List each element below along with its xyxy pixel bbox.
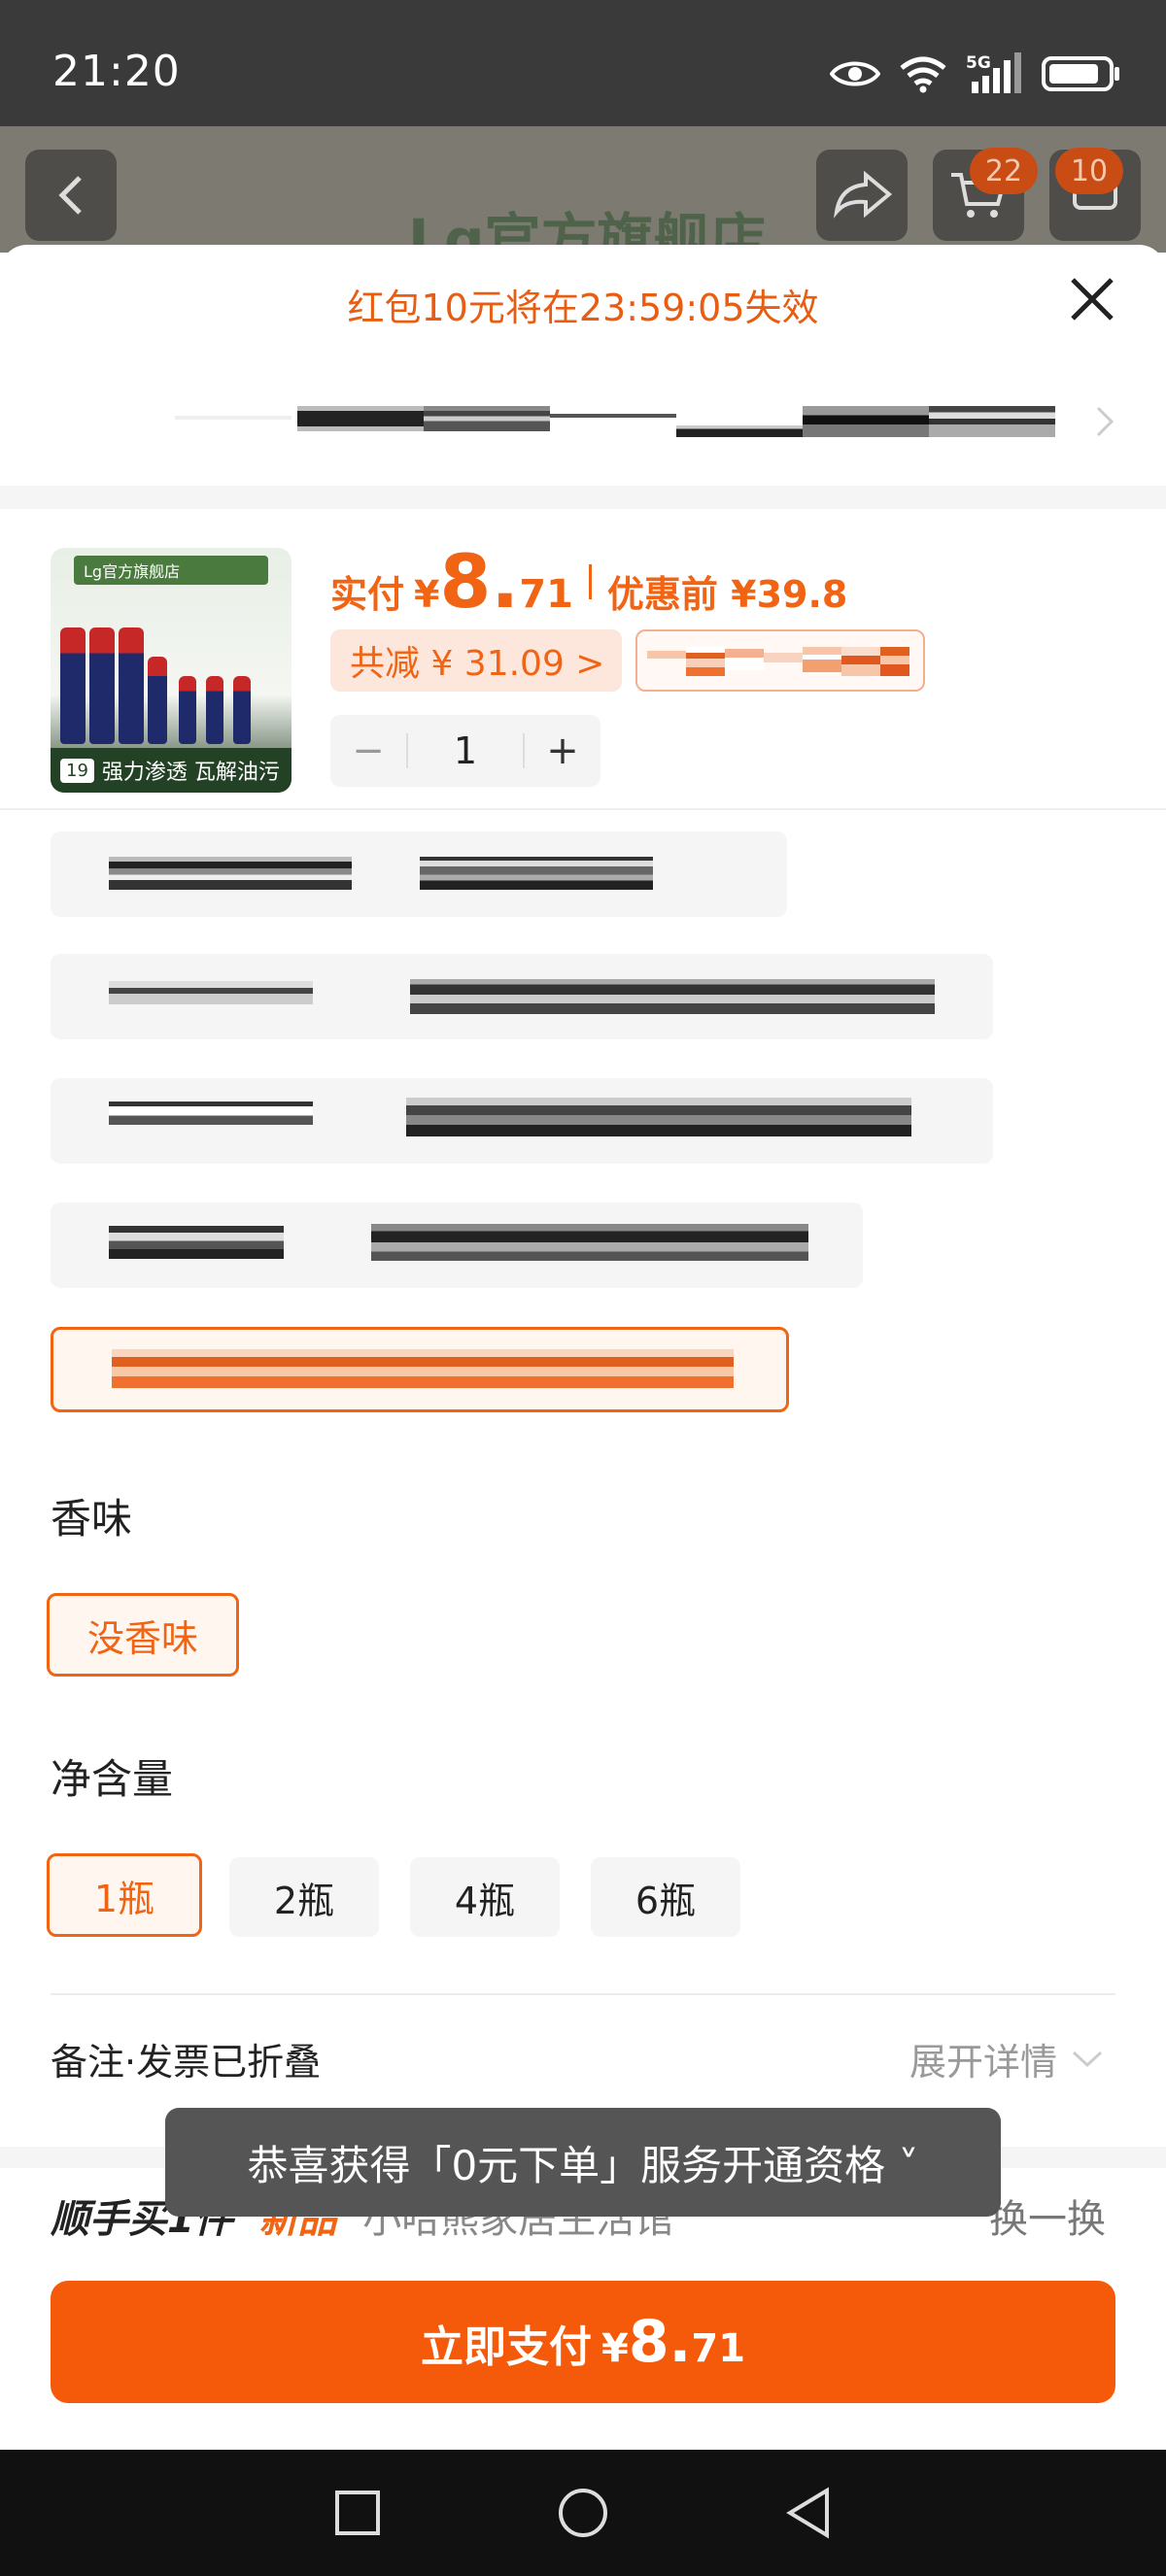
quantity-plus-button[interactable]: + — [525, 729, 600, 773]
pay-currency: ¥ — [600, 2326, 629, 2371]
product-tagline-strip: 19 强力渗透 瓦解油污 — [51, 748, 292, 793]
sku-option[interactable] — [51, 1078, 993, 1164]
signal-icon: 5G — [966, 52, 1021, 93]
expand-label: 展开详情 — [909, 2041, 1057, 2084]
quantity-stepper: − 1 + — [330, 715, 600, 787]
quantity-value[interactable]: 1 — [406, 732, 525, 769]
quantity-minus-button[interactable]: − — [330, 729, 406, 773]
volume-option-6[interactable]: 6瓶 — [591, 1857, 740, 1937]
price-label: 实付 — [330, 573, 405, 616]
battery-icon — [1042, 56, 1119, 91]
cart-badge: 22 — [970, 148, 1038, 194]
product-image[interactable]: Lg官方旗舰店 19 强力渗透 瓦解油污 — [51, 548, 292, 793]
status-icons: 5G — [830, 49, 1121, 99]
pay-now-button[interactable]: 立即支付 ¥ 8. 71 — [51, 2281, 1115, 2403]
product-count-badge: 19 — [60, 758, 94, 783]
eye-icon — [830, 61, 880, 86]
scent-option-none[interactable]: 没香味 — [47, 1593, 239, 1677]
address-row[interactable] — [68, 390, 1117, 458]
price-row: 实付 ¥ 8. 71 优惠前 ¥39.8 — [330, 538, 847, 625]
section-separator — [0, 486, 1166, 509]
background-header: Lg官方旗舰店 22 10 — [0, 126, 1166, 253]
chevron-left-icon — [58, 176, 82, 215]
close-icon[interactable] — [1067, 274, 1117, 324]
remark-label: 备注·发票已折叠 — [51, 2041, 322, 2084]
divider — [51, 1993, 1115, 1995]
home-icon[interactable] — [557, 2487, 609, 2539]
share-button[interactable] — [816, 150, 908, 241]
pay-label: 立即支付 — [420, 2322, 592, 2372]
back-button[interactable] — [25, 150, 117, 241]
svg-text:5G: 5G — [966, 53, 991, 73]
recents-icon[interactable] — [333, 2489, 382, 2537]
swap-button[interactable]: 换一换 — [989, 2187, 1106, 2244]
coupon-chip[interactable] — [635, 629, 925, 692]
sku-option-selected[interactable] — [51, 1327, 789, 1412]
volume-option-2[interactable]: 2瓶 — [229, 1857, 379, 1937]
divider — [0, 808, 1166, 810]
system-nav-bar — [0, 2450, 1166, 2576]
status-time: 21:20 — [52, 47, 181, 96]
expand-details[interactable]: 展开详情 — [909, 2032, 1104, 2085]
price-integer: 8. — [439, 538, 520, 625]
price-currency: ¥ — [414, 573, 440, 616]
message-badge: 10 — [1055, 148, 1123, 194]
product-logo: Lg官方旗舰店 — [74, 556, 268, 585]
status-bar: 21:20 5G — [0, 0, 1166, 126]
store-banner: Lg官方旗舰店 — [408, 207, 767, 253]
price-decimal: 71 — [519, 572, 573, 617]
zero-order-toast[interactable]: 恭喜获得「0元下单」服务开通资格 ˅ — [165, 2108, 1001, 2217]
remark-row[interactable]: 备注·发票已折叠 展开详情 — [51, 2032, 1115, 2090]
wifi-icon — [900, 56, 946, 93]
sku-option[interactable] — [51, 831, 787, 917]
pay-integer: 8. — [628, 2308, 692, 2376]
volume-option-4[interactable]: 4瓶 — [410, 1857, 560, 1937]
sku-option[interactable] — [51, 954, 993, 1039]
scent-title: 香味 — [51, 1495, 133, 1542]
volume-option-1[interactable]: 1瓶 — [47, 1853, 202, 1937]
back-icon[interactable] — [784, 2487, 833, 2539]
original-price: 优惠前 ¥39.8 — [606, 573, 848, 616]
pay-decimal: 71 — [691, 2326, 746, 2371]
chevron-right-icon — [1096, 406, 1115, 437]
share-icon — [833, 171, 893, 219]
price-separator — [588, 563, 592, 599]
product-tagline: 强力渗透 瓦解油污 — [101, 761, 280, 785]
sku-option[interactable] — [51, 1203, 863, 1288]
discount-chip[interactable]: 共减 ¥ 31.09 > — [330, 629, 622, 692]
volume-title: 净含量 — [51, 1755, 174, 1803]
chevron-down-icon — [1072, 2051, 1103, 2067]
coupon-countdown: 红包10元将在23:59:05失效 — [347, 287, 819, 329]
